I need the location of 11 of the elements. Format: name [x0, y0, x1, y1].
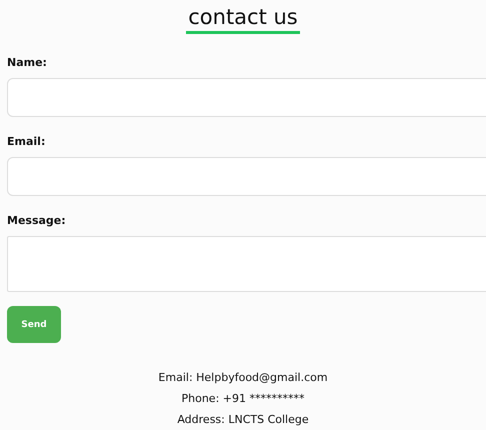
contact-info: Email: Helpbyfood@gmail.com — [158, 370, 328, 386]
contact-info: Phone: +91 ********** — [182, 391, 304, 407]
send-button[interactable]: Send — [7, 306, 61, 343]
field-label: Message: — [7, 214, 66, 228]
field-label: Email: — [7, 135, 46, 149]
page-title: contact us — [186, 4, 300, 34]
contact-info: Address: LNCTS College — [177, 412, 309, 428]
input-field[interactable] — [7, 78, 486, 117]
message-field[interactable] — [7, 236, 486, 292]
field-label: Name: — [7, 56, 47, 70]
input-field[interactable] — [7, 157, 486, 196]
